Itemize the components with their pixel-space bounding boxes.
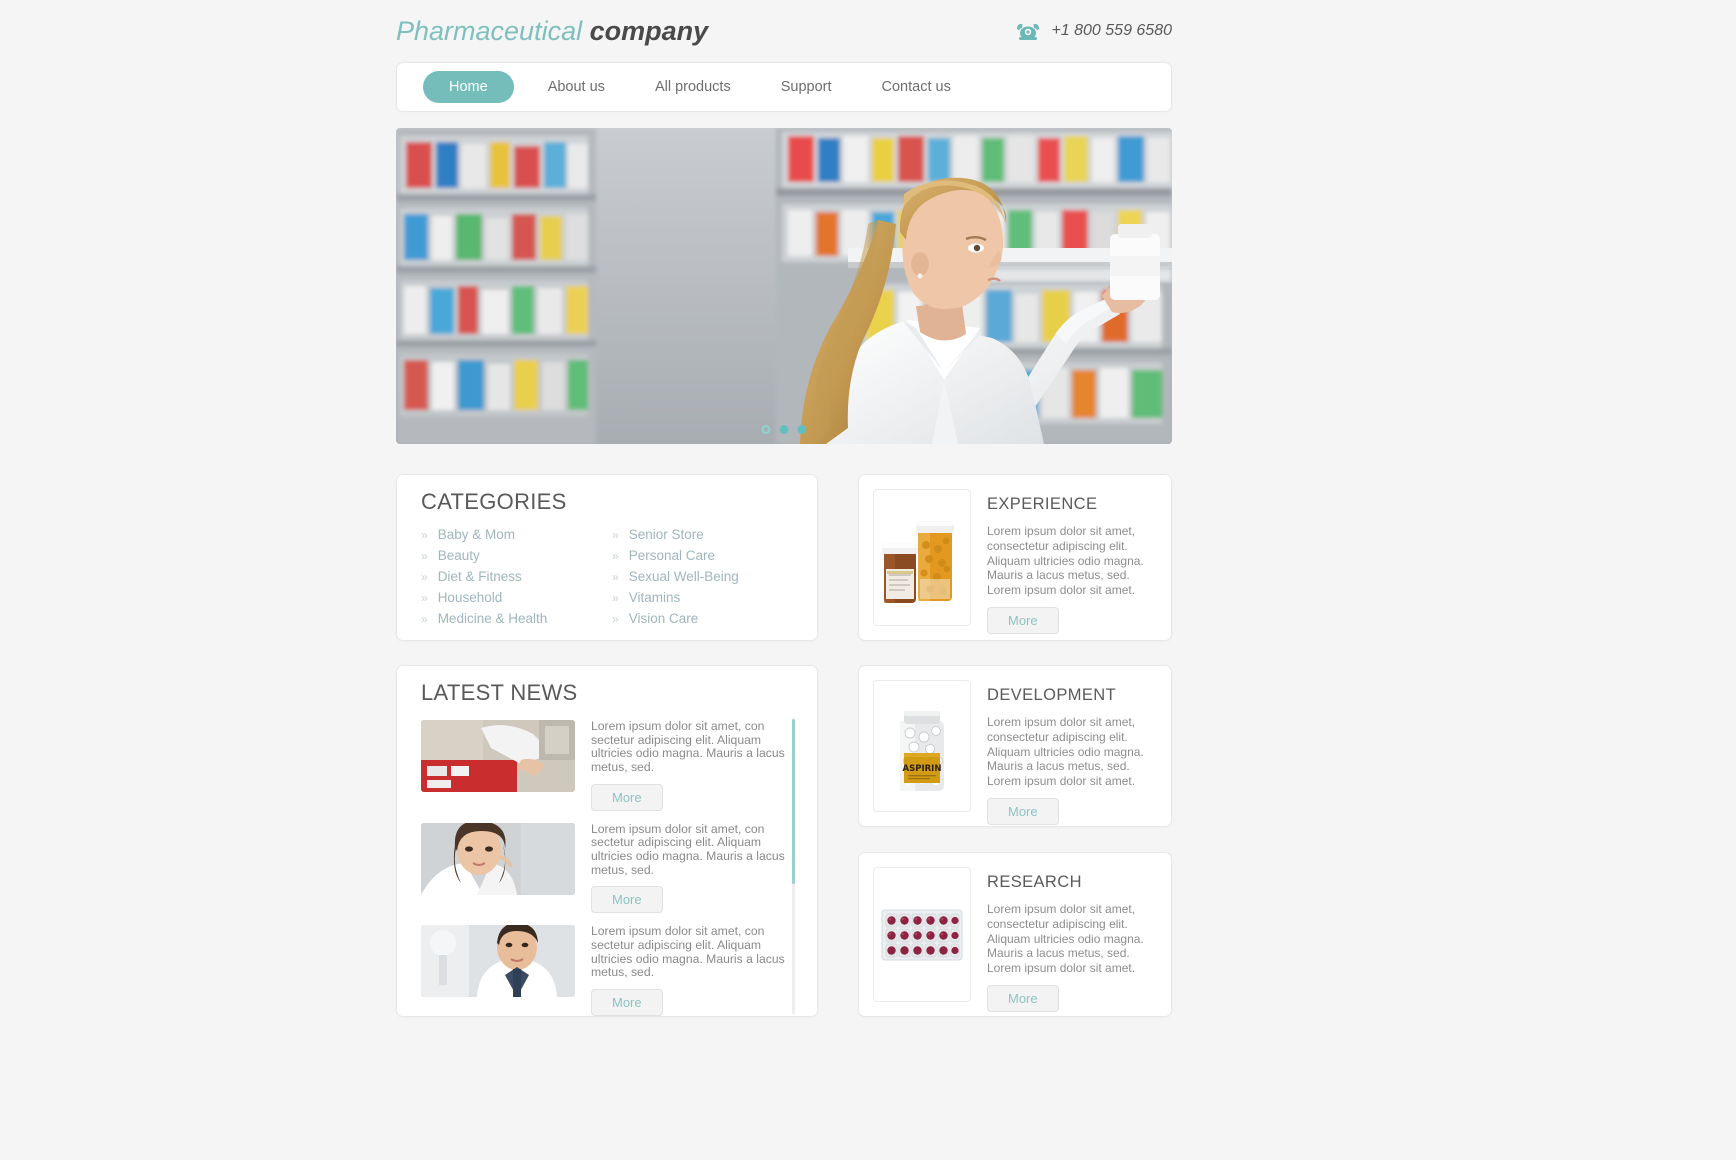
feature-more-button[interactable]: More (987, 797, 1059, 825)
categories-column-right: » Senior Store » Personal Care » Sexual … (612, 527, 803, 632)
feature-title-research: RESEARCH (987, 873, 1082, 891)
blister-pack-image (873, 867, 971, 1002)
latest-news-panel: LATEST NEWS Lorem ipsum dolor sit amet, … (396, 665, 818, 1017)
site-logo[interactable]: Pharmaceutical company (396, 16, 708, 47)
news-body: Lorem ipsum dolor sit amet, con sectetur… (591, 821, 805, 914)
chevron-right-icon: » (612, 591, 619, 605)
hero-slider[interactable] (396, 128, 1172, 444)
hero-dot-3[interactable] (797, 425, 807, 434)
feature-more-button[interactable]: More (987, 606, 1059, 634)
category-item-sexual-well-being[interactable]: » Sexual Well-Being (612, 569, 803, 590)
page-root: Pharmaceutical company +1 800 559 6580 H… (0, 0, 1736, 1160)
latest-news-title: LATEST NEWS (421, 680, 578, 705)
pill-bottles-image (873, 489, 971, 626)
news-thumbnail-3[interactable] (421, 925, 575, 998)
phone-contact[interactable]: +1 800 559 6580 (1014, 20, 1172, 42)
category-label: Household (437, 590, 503, 605)
svg-text:ASPIRIN: ASPIRIN (903, 764, 942, 774)
hero-slider-dots (761, 425, 807, 434)
category-item-baby-and-mom[interactable]: » Baby & Mom (421, 527, 612, 548)
chevron-right-icon: » (612, 612, 619, 626)
category-label: Medicine & Health (437, 611, 548, 626)
chevron-right-icon: » (421, 570, 428, 584)
feature-title-development: DEVELOPMENT (987, 686, 1117, 704)
hero-image (396, 128, 1172, 444)
news-more-button[interactable]: More (591, 988, 663, 1016)
news-thumbnail-2[interactable] (421, 822, 575, 895)
chevron-right-icon: » (421, 549, 428, 563)
nav-item-home[interactable]: Home (423, 71, 514, 103)
categories-column-left: » Baby & Mom » Beauty » Diet & Fitness »… (421, 527, 612, 632)
category-label: Diet & Fitness (437, 569, 522, 584)
news-text: Lorem ipsum dolor sit amet, con sectetur… (591, 719, 785, 774)
categories-title: CATEGORIES (421, 489, 567, 514)
news-list-item: Lorem ipsum dolor sit amet, con sectetur… (421, 924, 805, 1016)
category-item-vision-care[interactable]: » Vision Care (612, 611, 803, 632)
category-item-senior-store[interactable]: » Senior Store (612, 527, 803, 548)
category-label: Personal Care (628, 548, 715, 563)
feature-panel-research: RESEARCH Lorem ipsum dolor sit amet, con… (858, 852, 1172, 1017)
nav-item-support[interactable]: Support (765, 71, 848, 103)
news-more-button[interactable]: More (591, 886, 663, 914)
chevron-right-icon: » (421, 612, 428, 626)
feature-panel-experience: EXPERIENCE Lorem ipsum dolor sit amet, c… (858, 474, 1172, 641)
news-list: Lorem ipsum dolor sit amet, con sectetur… (421, 719, 805, 1016)
feature-title-experience: EXPERIENCE (987, 495, 1098, 513)
chevron-right-icon: » (612, 570, 619, 584)
category-label: Baby & Mom (437, 527, 515, 542)
feature-description: Lorem ipsum dolor sit amet, consectetur … (987, 902, 1144, 975)
main-navigation: Home About us All products Support Conta… (396, 62, 1172, 112)
logo-text-primary: Pharmaceutical (396, 16, 583, 46)
chevron-right-icon: » (612, 549, 619, 563)
hero-dot-1[interactable] (761, 425, 771, 434)
news-body: Lorem ipsum dolor sit amet, con sectetur… (591, 719, 805, 811)
category-label: Vitamins (628, 590, 681, 605)
news-thumbnail-1[interactable] (421, 720, 575, 792)
phone-number: +1 800 559 6580 (1051, 22, 1172, 39)
news-body: Lorem ipsum dolor sit amet, con sectetur… (591, 924, 805, 1016)
news-list-item: Lorem ipsum dolor sit amet, con sectetur… (421, 821, 805, 914)
news-list-item: Lorem ipsum dolor sit amet, con sectetur… (421, 719, 805, 811)
category-item-household[interactable]: » Household (421, 590, 612, 611)
nav-item-about-us[interactable]: About us (532, 71, 621, 103)
logo-text-secondary: company (589, 16, 709, 46)
category-item-personal-care[interactable]: » Personal Care (612, 548, 803, 569)
category-item-diet-and-fitness[interactable]: » Diet & Fitness (421, 569, 612, 590)
hero-dot-2[interactable] (779, 425, 789, 434)
feature-description: Lorem ipsum dolor sit amet, consectetur … (987, 715, 1144, 788)
category-label: Beauty (437, 548, 480, 563)
news-more-button[interactable]: More (591, 783, 663, 811)
chevron-right-icon: » (421, 591, 428, 605)
category-item-vitamins[interactable]: » Vitamins (612, 590, 803, 611)
category-label: Vision Care (628, 611, 699, 626)
news-scrollbar-thumb[interactable] (792, 719, 795, 884)
news-text: Lorem ipsum dolor sit amet, con sectetur… (591, 924, 785, 980)
aspirin-bottle-image: ASPIRIN (873, 680, 971, 812)
chevron-right-icon: » (612, 528, 619, 542)
chevron-right-icon: » (421, 528, 428, 542)
categories-columns: » Baby & Mom » Beauty » Diet & Fitness »… (421, 527, 803, 632)
feature-more-button[interactable]: More (987, 984, 1059, 1012)
feature-text: RESEARCH Lorem ipsum dolor sit amet, con… (987, 867, 1157, 1012)
nav-item-contact-us[interactable]: Contact us (866, 71, 967, 103)
feature-panel-development: ASPIRIN DEVELOPMENT Lorem ipsum dolor si… (858, 665, 1172, 827)
feature-text: EXPERIENCE Lorem ipsum dolor sit amet, c… (987, 489, 1157, 634)
feature-text: DEVELOPMENT Lorem ipsum dolor sit amet, … (987, 680, 1157, 825)
category-label: Sexual Well-Being (628, 569, 739, 584)
feature-description: Lorem ipsum dolor sit amet, consectetur … (987, 524, 1144, 597)
category-label: Senior Store (628, 527, 704, 542)
category-item-medicine-and-health[interactable]: » Medicine & Health (421, 611, 612, 632)
news-text: Lorem ipsum dolor sit amet, con sectetur… (591, 821, 785, 877)
nav-item-all-products[interactable]: All products (639, 71, 747, 103)
site-header: Pharmaceutical company +1 800 559 6580 (396, 0, 1172, 62)
category-item-beauty[interactable]: » Beauty (421, 548, 612, 569)
categories-panel: CATEGORIES » Baby & Mom » Beauty » Diet … (396, 474, 818, 641)
news-scrollbar[interactable] (792, 719, 795, 1014)
telephone-icon (1014, 20, 1042, 42)
